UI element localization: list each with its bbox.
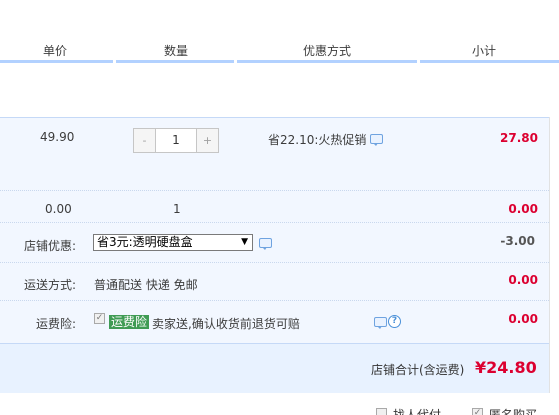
- spacer: [0, 63, 559, 117]
- row-divider: [0, 300, 549, 301]
- insurance-checkbox[interactable]: ✓: [94, 313, 105, 324]
- quantity-stepper[interactable]: - 1 +: [133, 128, 219, 153]
- item-unit-price: 49.90: [40, 130, 75, 144]
- shop-discount-amount: -3.00: [500, 234, 535, 248]
- total-amount: ¥24.80: [475, 358, 537, 377]
- order-panel: [0, 117, 549, 343]
- header-unit-price: 单价: [42, 44, 67, 58]
- anonymous-purchase-checkbox[interactable]: ✓: [472, 408, 483, 415]
- row-divider: [0, 262, 549, 263]
- item-subtotal: 27.80: [500, 131, 538, 145]
- shop-discount-label: 店铺优惠:: [24, 239, 77, 253]
- help-icon[interactable]: ?: [388, 315, 401, 328]
- chat-icon[interactable]: [259, 238, 272, 250]
- header-quantity: 数量: [163, 44, 188, 58]
- gift-subtotal: 0.00: [508, 202, 538, 216]
- shop-discount-selected: 省3元:透明硬盘盒: [97, 235, 193, 249]
- total-label: 店铺合计(含运费): [371, 363, 465, 377]
- dropdown-arrow-icon: ▼: [241, 237, 248, 247]
- chat-icon[interactable]: [374, 317, 387, 329]
- shipping-label: 运送方式:: [24, 278, 77, 292]
- scrollbar[interactable]: [549, 117, 559, 393]
- gift-quantity: 1: [173, 202, 181, 216]
- header-discount: 优惠方式: [302, 44, 351, 58]
- quantity-increase-button[interactable]: +: [197, 129, 218, 152]
- item-promotion: 省22.10:火热促销: [268, 133, 367, 147]
- gift-unit-price: 0.00: [45, 202, 72, 216]
- insurance-description: 卖家送,确认收货前退货可赔: [152, 317, 300, 331]
- quantity-decrease-button[interactable]: -: [134, 129, 155, 152]
- chat-icon[interactable]: [370, 134, 383, 146]
- shipping-amount: 0.00: [508, 273, 538, 287]
- insurance-amount: 0.00: [508, 312, 538, 326]
- header-subtotal: 小计: [471, 44, 496, 58]
- pay-by-friend-label[interactable]: 找人代付: [393, 406, 441, 415]
- row-divider: [0, 222, 549, 223]
- pay-by-friend-checkbox[interactable]: [376, 408, 387, 415]
- row-divider: [0, 190, 549, 191]
- quantity-input[interactable]: 1: [155, 129, 197, 152]
- shop-discount-select[interactable]: 省3元:透明硬盘盒 ▼: [93, 234, 253, 251]
- shipping-value: 普通配送 快递 免邮: [94, 278, 198, 292]
- insurance-label: 运费险:: [36, 317, 77, 331]
- total-bar: [0, 343, 549, 393]
- insurance-badge: 运费险: [109, 315, 150, 329]
- anonymous-purchase-label[interactable]: 匿名购买: [489, 406, 537, 415]
